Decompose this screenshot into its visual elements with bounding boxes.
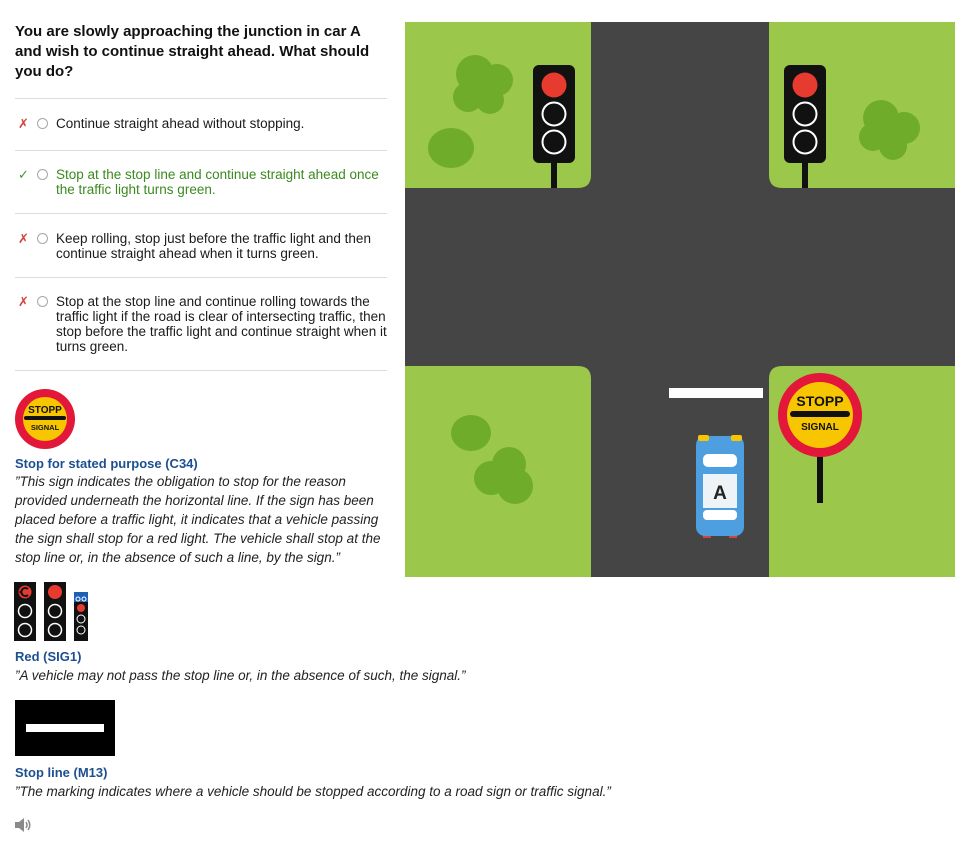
car-a: A — [696, 435, 744, 538]
radio-icon[interactable] — [37, 296, 48, 307]
answer-text: Keep rolling, stop just before the traff… — [56, 231, 371, 261]
answer-text: Stop at the stop line and continue rolli… — [56, 294, 387, 354]
answer-option-4[interactable]: ✗ Stop at the stop line and continue rol… — [15, 277, 387, 371]
sign-title[interactable]: Red (SIG1) — [15, 649, 81, 664]
question-text: You are slowly approaching the junction … — [15, 23, 370, 80]
answer-option-1[interactable]: ✗ Continue straight ahead without stoppi… — [15, 98, 387, 150]
wrong-mark-icon: ✗ — [18, 294, 29, 309]
roadsign-text-bottom: SIGNAL — [801, 422, 839, 433]
sign-title[interactable]: Stop line (M13) — [15, 765, 107, 780]
wrong-mark-icon: ✗ — [18, 116, 29, 131]
car-label: A — [713, 483, 727, 504]
stop-line-marking — [669, 388, 763, 398]
bush — [428, 128, 474, 168]
radio-icon[interactable] — [37, 118, 48, 129]
sign-title[interactable]: Stop for stated purpose (C34) — [15, 456, 198, 471]
sign-text-bottom: SIGNAL — [31, 423, 60, 432]
bush — [451, 415, 491, 451]
answer-list: ✗ Continue straight ahead without stoppi… — [15, 98, 387, 371]
answer-text: Stop at the stop line and continue strai… — [56, 167, 379, 197]
correct-mark-icon: ✓ — [18, 167, 29, 182]
speaker-icon[interactable] — [14, 817, 32, 833]
answer-option-2[interactable]: ✓ Stop at the stop line and continue str… — [15, 150, 387, 213]
wrong-mark-icon: ✗ — [18, 231, 29, 246]
intersection-illustration: A STOPP SIGNAL — [405, 22, 955, 577]
stopp-signal-sign-icon: STOPP SIGNAL — [15, 389, 75, 449]
stop-line-icon — [15, 700, 115, 756]
sign-description: ”The marking indicates where a vehicle s… — [15, 784, 611, 799]
sign-text-top: STOPP — [28, 405, 62, 416]
roadsign-text-top: STOPP — [796, 393, 843, 409]
red-traffic-light-icon — [14, 582, 88, 641]
radio-icon[interactable] — [37, 233, 48, 244]
answer-text: Continue straight ahead without stopping… — [56, 116, 305, 131]
radio-icon[interactable] — [37, 169, 48, 180]
sign-description: ”This sign indicates the obligation to s… — [15, 474, 381, 565]
sign-description: ”A vehicle may not pass the stop line or… — [15, 668, 466, 683]
answer-option-3[interactable]: ✗ Keep rolling, stop just before the tra… — [15, 213, 387, 277]
